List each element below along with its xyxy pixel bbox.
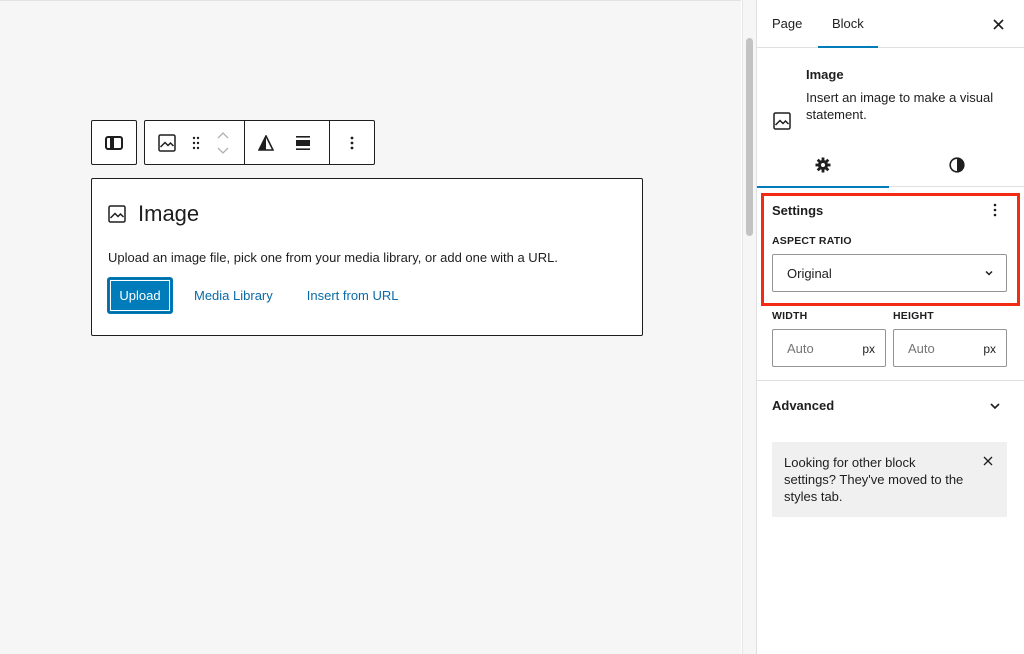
width-unit[interactable]: px <box>862 342 875 356</box>
toolbar-parent-group <box>91 120 137 165</box>
aspect-ratio-label: ASPECT RATIO <box>772 235 852 247</box>
contrast-icon <box>949 156 965 173</box>
inspector-tabs <box>757 142 1024 188</box>
more-vertical-icon <box>350 136 354 149</box>
more-vertical-icon <box>993 203 997 217</box>
upload-button[interactable]: Upload <box>108 278 172 313</box>
mover-controls <box>202 121 244 164</box>
insert-from-url-button[interactable]: Insert from URL <box>307 288 399 303</box>
duotone-button[interactable] <box>245 121 285 164</box>
align-button[interactable] <box>286 121 320 164</box>
duotone-icon <box>257 134 274 151</box>
tab-settings[interactable] <box>757 142 889 188</box>
close-icon <box>992 18 1004 30</box>
placeholder-title: Image <box>138 201 200 226</box>
image-icon <box>158 133 176 152</box>
height-placeholder: Auto <box>908 340 935 356</box>
close-sidebar-button[interactable] <box>988 14 1008 34</box>
chevron-down-icon[interactable] <box>989 400 1001 412</box>
settings-panel-title: Settings <box>772 203 824 218</box>
block-toolbar <box>144 120 375 165</box>
drag-handle-icon <box>192 136 199 149</box>
scrollbar-thumb[interactable] <box>746 38 753 236</box>
notice-text: Looking for other block settings? They'v… <box>784 455 964 504</box>
tab-page[interactable]: Page <box>772 0 802 47</box>
panel-divider <box>757 380 1024 381</box>
block-card-title: Image <box>806 67 844 82</box>
media-library-button[interactable]: Media Library <box>194 288 273 303</box>
width-placeholder: Auto <box>787 340 814 356</box>
tab-styles[interactable] <box>889 142 1024 187</box>
move-down-icon[interactable] <box>217 147 229 154</box>
width-label: WIDTH <box>772 310 808 322</box>
image-icon <box>108 205 126 223</box>
align-icon <box>295 135 310 150</box>
tab-block[interactable]: Block <box>818 0 878 48</box>
height-unit[interactable]: px <box>983 342 996 356</box>
chevron-down-icon <box>985 270 993 276</box>
more-options-button[interactable] <box>330 121 374 164</box>
aspect-ratio-select[interactable]: Original <box>772 254 1007 292</box>
canvas-scrollbar[interactable] <box>742 0 756 654</box>
block-type-button[interactable] <box>145 121 189 164</box>
settings-options-button[interactable] <box>989 201 1001 219</box>
settings-sidebar: Page Block Image Insert an image to make… <box>756 0 1024 654</box>
advanced-panel-toggle[interactable]: Advanced <box>772 398 834 413</box>
gear-icon <box>815 157 831 172</box>
aspect-ratio-value: Original <box>787 265 832 281</box>
height-input[interactable]: Auto px <box>893 329 1007 367</box>
columns-icon <box>105 135 123 150</box>
placeholder-actions: Upload Media Library Insert from URL <box>108 278 626 313</box>
styles-moved-notice: Looking for other block settings? They'v… <box>772 442 1007 517</box>
close-icon[interactable] <box>983 456 993 466</box>
sidebar-tabs: Page Block <box>757 0 1024 48</box>
placeholder-description: Upload an image file, pick one from your… <box>108 250 558 265</box>
image-placeholder: Image Upload an image file, pick one fro… <box>91 178 643 336</box>
select-parent-button[interactable] <box>92 121 136 164</box>
placeholder-header: Image <box>108 201 626 227</box>
block-card-description: Insert an image to make a visual stateme… <box>806 90 994 122</box>
drag-handle[interactable] <box>189 121 202 164</box>
editor-canvas: Image Upload an image file, pick one fro… <box>0 0 741 654</box>
height-label: HEIGHT <box>893 310 934 322</box>
move-up-icon[interactable] <box>217 131 229 139</box>
width-input[interactable]: Auto px <box>772 329 886 367</box>
image-icon <box>773 112 791 130</box>
